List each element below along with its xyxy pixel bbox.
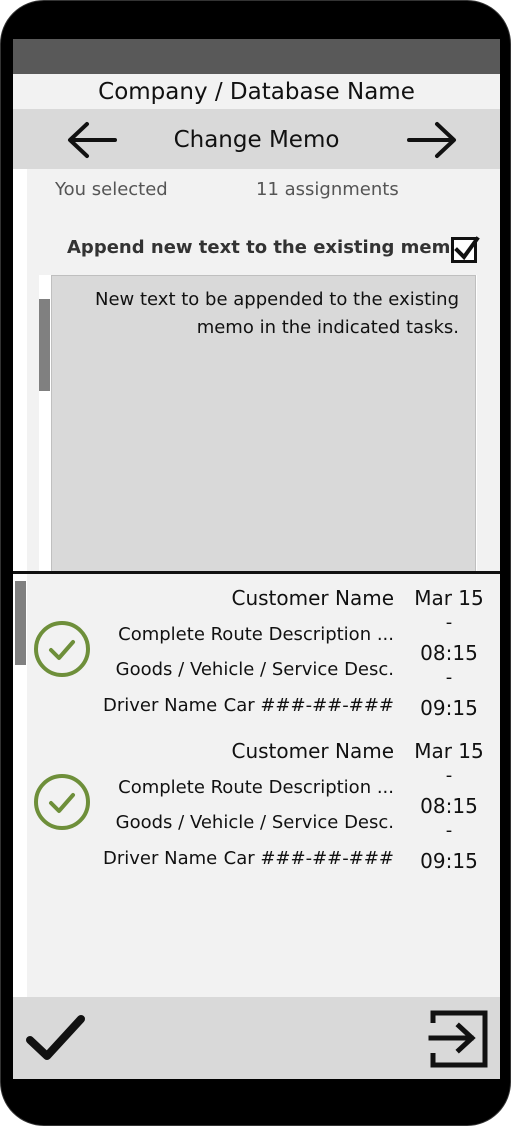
memo-textarea[interactable]: New text to be appended to the existing …	[51, 275, 476, 571]
customer-name: Customer Name	[231, 739, 394, 763]
memo-scrollbar[interactable]	[39, 299, 50, 391]
route-description: Complete Route Description ...	[118, 624, 394, 645]
assignment-date: Mar 15	[414, 739, 484, 763]
assignment-item[interactable]: Customer Name Complete Route Description…	[27, 576, 500, 726]
toolbar: Change Memo	[13, 109, 500, 169]
next-button[interactable]	[405, 119, 459, 161]
checkmark-icon	[26, 1015, 85, 1060]
end-time: 09:15	[420, 849, 478, 873]
list-scrollbar[interactable]	[15, 581, 26, 665]
append-checkbox[interactable]	[451, 236, 480, 263]
time-separator: -	[445, 820, 453, 841]
append-option-label: Append new text to the existing memo	[67, 237, 463, 258]
assignment-item[interactable]: Customer Name Complete Route Description…	[27, 729, 500, 879]
time-separator: -	[445, 667, 453, 688]
assignment-date: Mar 15	[414, 586, 484, 610]
exit-icon	[428, 1010, 488, 1068]
car-number: Car ###-##-###	[223, 848, 394, 869]
app-title: Company / Database Name	[13, 74, 500, 109]
end-time: 09:15	[420, 696, 478, 720]
date-separator: -	[445, 612, 453, 633]
driver-name: Driver Name	[103, 848, 218, 869]
previous-button[interactable]	[65, 119, 119, 161]
start-time: 08:15	[420, 641, 478, 665]
confirm-button[interactable]	[25, 1011, 87, 1065]
check-circle-icon	[34, 621, 90, 677]
check-circle-icon	[34, 774, 90, 830]
divider	[13, 571, 500, 574]
bottom-bar	[13, 997, 500, 1079]
left-edge	[13, 169, 27, 571]
arrow-left-icon	[68, 122, 117, 158]
goods-description: Goods / Vehicle / Service Desc.	[115, 659, 394, 680]
checkmark-icon	[454, 236, 480, 261]
phone-frame: Company / Database Name Change Memo You …	[0, 0, 511, 1126]
goods-description: Goods / Vehicle / Service Desc.	[115, 812, 394, 833]
screen: Company / Database Name Change Memo You …	[13, 39, 500, 1079]
status-bar	[13, 39, 500, 74]
start-time: 08:15	[420, 794, 478, 818]
page-title: Change Memo	[173, 127, 340, 153]
route-description: Complete Route Description ...	[118, 777, 394, 798]
arrow-right-icon	[407, 122, 456, 158]
selection-label: You selected	[55, 179, 168, 200]
driver-name: Driver Name	[103, 695, 218, 716]
selection-count: 11 assignments	[256, 179, 399, 200]
customer-name: Customer Name	[231, 586, 394, 610]
date-separator: -	[445, 765, 453, 786]
exit-button[interactable]	[427, 1007, 489, 1069]
car-number: Car ###-##-###	[223, 695, 394, 716]
memo-container: New text to be appended to the existing …	[39, 275, 477, 571]
